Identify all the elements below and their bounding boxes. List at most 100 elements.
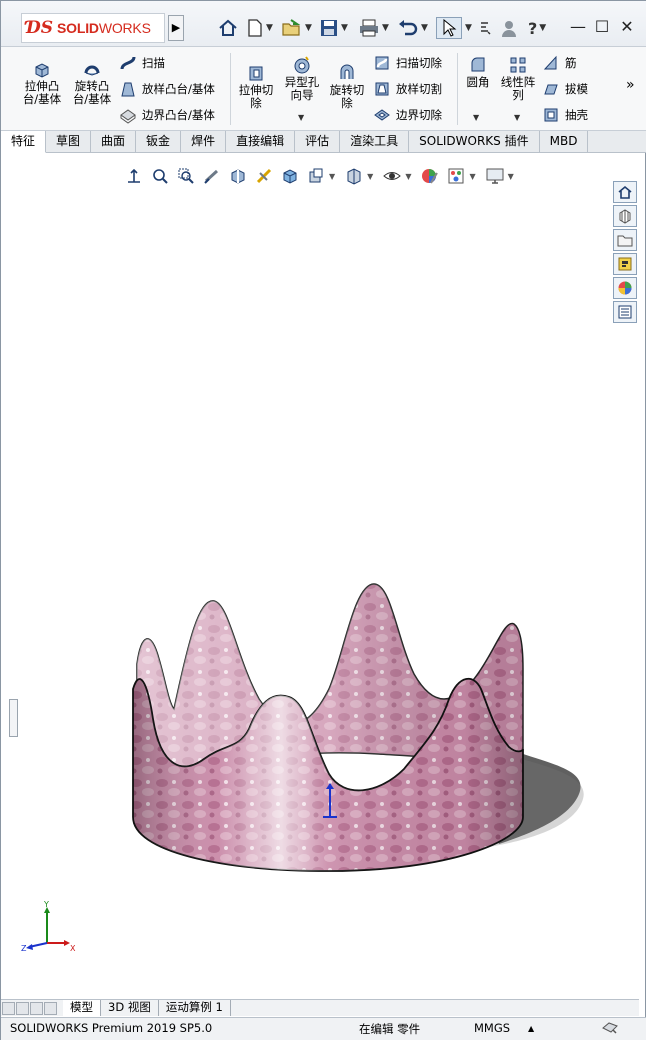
- graphics-area[interactable]: ▼ ▼ ▼ ▼ ▼ Y X Z: [1, 154, 639, 999]
- swept-cut-label: 扫描切除: [396, 56, 442, 70]
- scene-caret-icon[interactable]: ▼: [469, 172, 475, 181]
- swept-cut-button[interactable]: 扫描切除: [373, 53, 442, 73]
- task-pane-home-tab[interactable]: [613, 181, 637, 203]
- previous-view-button[interactable]: [202, 166, 222, 186]
- home-button[interactable]: [218, 17, 238, 39]
- revolved-boss-label-2: 台/基体: [72, 92, 112, 106]
- loft-icon: [121, 82, 135, 97]
- last-tab-arrow-icon[interactable]: [44, 1001, 57, 1015]
- tab-6[interactable]: 评估: [295, 131, 341, 153]
- boundary-boss-button[interactable]: 边界凸台/基体: [119, 105, 215, 125]
- hole-wizard-caret-icon[interactable]: ▼: [298, 113, 304, 122]
- triad-x-label: X: [70, 944, 76, 953]
- ribbon-more-button[interactable]: »: [626, 77, 635, 93]
- tab-0[interactable]: 特征: [1, 131, 47, 153]
- help-button[interactable]: ? ▼: [528, 17, 546, 39]
- menu-expand-arrow-icon[interactable]: ▶: [168, 15, 184, 41]
- linear-pattern-caret-icon[interactable]: ▼: [514, 113, 520, 122]
- sweep-button[interactable]: 扫描: [119, 53, 165, 73]
- tab-7[interactable]: 渲染工具: [340, 131, 410, 153]
- maximize-button[interactable]: ☐: [591, 16, 613, 38]
- tab-8[interactable]: SOLIDWORKS 插件: [409, 131, 540, 153]
- draft-button[interactable]: 拔模: [542, 79, 588, 99]
- task-pane-resources-tab[interactable]: [613, 205, 637, 227]
- display-style-button[interactable]: [306, 166, 326, 186]
- task-pane-file-explorer-tab[interactable]: [613, 229, 637, 251]
- model-tab-0[interactable]: 模型: [63, 1000, 101, 1016]
- display-style-caret-icon[interactable]: ▼: [329, 172, 335, 181]
- section-view-button[interactable]: [228, 166, 248, 186]
- view-settings-caret-icon[interactable]: ▼: [508, 172, 514, 181]
- zoom-to-area-button[interactable]: [176, 166, 196, 186]
- units-caret-icon[interactable]: ▲: [528, 1024, 534, 1033]
- linear-pattern-button[interactable]: 线性阵 列: [497, 55, 539, 102]
- eye-caret-icon[interactable]: ▼: [405, 172, 411, 181]
- title-bar: ƊS SOLID WORKS ▶ ▼ ▼ ▼ ▼ ▼ ▼ ? ▼ — ☐ ✕: [1, 1, 646, 47]
- new-caret-icon[interactable]: ▼: [266, 23, 273, 33]
- new-document-button[interactable]: ▼: [246, 17, 273, 39]
- save-button[interactable]: ▼: [319, 17, 348, 39]
- fillet-caret-icon[interactable]: ▼: [473, 113, 479, 122]
- model-tab-1[interactable]: 3D 视图: [101, 1000, 159, 1016]
- minimize-button[interactable]: —: [567, 16, 589, 38]
- dynamic-annotation-button[interactable]: [254, 166, 274, 186]
- view-orientation-cube-button[interactable]: [280, 166, 300, 186]
- print-button[interactable]: ▼: [358, 17, 389, 39]
- boundary-boss-icon: [120, 109, 136, 124]
- fillet-button[interactable]: 圆角: [461, 55, 495, 89]
- save-caret-icon[interactable]: ▼: [341, 23, 348, 33]
- tab-4[interactable]: 焊件: [181, 131, 227, 153]
- next-tab-arrow-icon[interactable]: [30, 1001, 43, 1015]
- rib-button[interactable]: 筋: [542, 53, 577, 73]
- undo-caret-icon[interactable]: ▼: [421, 23, 428, 33]
- hide-show-button[interactable]: [344, 166, 364, 186]
- hide-show-items-button[interactable]: [382, 166, 402, 186]
- edit-appearance-button[interactable]: [420, 166, 440, 186]
- hole-wizard-button[interactable]: 异型孔 向导: [281, 55, 323, 102]
- extruded-boss-button[interactable]: 拉伸凸 台/基体: [19, 59, 65, 106]
- select-button[interactable]: [436, 17, 462, 39]
- tab-2[interactable]: 曲面: [91, 131, 137, 153]
- solidworks-logo[interactable]: ƊS SOLID WORKS: [21, 13, 165, 43]
- home-icon: [618, 185, 632, 199]
- task-pane-view-palette-tab[interactable]: [613, 253, 637, 275]
- previous-tab-arrow-icon[interactable]: [16, 1001, 29, 1015]
- extruded-cut-button[interactable]: 拉伸切 除: [235, 63, 277, 110]
- open-caret-icon[interactable]: ▼: [305, 23, 312, 33]
- close-button[interactable]: ✕: [616, 16, 638, 38]
- zoom-to-fit-button[interactable]: [150, 166, 170, 186]
- status-units[interactable]: MMGS: [474, 1021, 510, 1035]
- rebuild-status-icon[interactable]: [601, 1020, 619, 1039]
- tab-3[interactable]: 钣金: [136, 131, 182, 153]
- feature-manager-toggle-handle[interactable]: [9, 699, 18, 737]
- first-tab-arrow-icon[interactable]: [2, 1001, 15, 1015]
- view-settings-button[interactable]: [485, 166, 505, 186]
- tab-9[interactable]: MBD: [540, 131, 589, 153]
- view-orientation-button[interactable]: [124, 166, 144, 186]
- undo-button[interactable]: ▼: [397, 17, 428, 39]
- apply-scene-button[interactable]: [446, 166, 466, 186]
- boundary-cut-button[interactable]: 边界切除: [373, 105, 442, 125]
- user-button[interactable]: [501, 17, 517, 39]
- select-caret[interactable]: ▼: [463, 17, 472, 39]
- crown-model[interactable]: [129, 579, 589, 879]
- model-tab-2[interactable]: 运动算例 1: [159, 1000, 231, 1016]
- undo-icon: [399, 20, 418, 36]
- task-pane-appearances-tab[interactable]: [613, 277, 637, 299]
- print-caret-icon[interactable]: ▼: [382, 23, 389, 33]
- rebuild-button[interactable]: [479, 17, 491, 39]
- hide-show-caret-icon[interactable]: ▼: [367, 172, 373, 181]
- rib-label: 筋: [565, 56, 577, 70]
- lofted-cut-button[interactable]: 放样切割: [373, 79, 442, 99]
- linear-pattern-label-1: 线性阵: [500, 75, 536, 89]
- loft-button[interactable]: 放样凸台/基体: [119, 79, 215, 99]
- tab-1[interactable]: 草图: [46, 131, 92, 153]
- open-button[interactable]: ▼: [281, 17, 312, 39]
- revolved-cut-button[interactable]: 旋转切 除: [326, 63, 368, 110]
- help-caret-icon[interactable]: ▼: [539, 23, 546, 33]
- open-folder-icon: [282, 19, 301, 36]
- revolved-boss-button[interactable]: 旋转凸 台/基体: [69, 59, 115, 106]
- shell-button[interactable]: 抽壳: [542, 105, 588, 125]
- tab-5[interactable]: 直接编辑: [226, 131, 296, 153]
- task-pane-custom-properties-tab[interactable]: [613, 301, 637, 323]
